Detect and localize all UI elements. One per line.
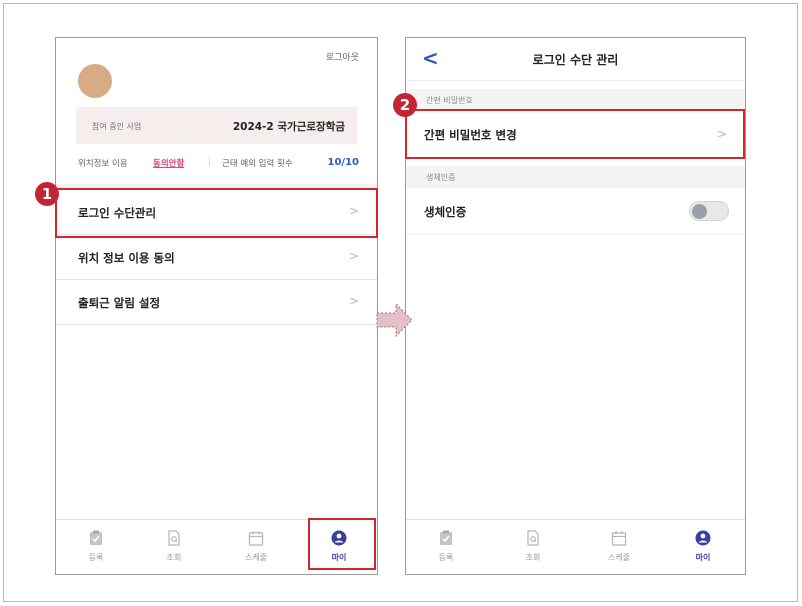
step-badge-2: 2 bbox=[393, 93, 417, 117]
biometric-row: 생체인증 bbox=[406, 188, 745, 235]
avatar bbox=[78, 64, 112, 98]
menu-item-commute-alert[interactable]: 출퇴근 알림 설정 > bbox=[56, 280, 377, 325]
step-badge-1: 1 bbox=[35, 182, 59, 206]
exception-count-value: 10/10 bbox=[327, 157, 359, 168]
section-header-pin: 간편 비밀번호 bbox=[406, 89, 745, 111]
nav-inquiry[interactable]: 조회 bbox=[139, 520, 209, 574]
nav-my[interactable]: 마이 bbox=[668, 520, 738, 574]
nav-label: 스케줄 bbox=[607, 553, 631, 562]
nav-label: 조회 bbox=[166, 553, 182, 562]
clipboard-check-icon bbox=[90, 530, 102, 545]
section-label: 간편 비밀번호 bbox=[426, 96, 473, 105]
arrow-right-icon bbox=[376, 302, 413, 338]
menu-item-label: 위치 정보 이용 동의 bbox=[78, 251, 175, 265]
program-value: 2024-2 국가근로장학금 bbox=[232, 121, 345, 133]
location-consent-link[interactable]: 동의안함 bbox=[153, 157, 184, 169]
nav-schedule[interactable]: 스케줄 bbox=[221, 520, 291, 574]
document-search-icon bbox=[527, 530, 539, 546]
logout-link[interactable]: 로그아웃 bbox=[326, 50, 359, 63]
nav-label: 조회 bbox=[525, 553, 541, 562]
nav-inquiry[interactable]: 조회 bbox=[498, 520, 568, 574]
program-label: 참여 중인 사업 bbox=[92, 122, 142, 131]
highlight-login-method bbox=[55, 188, 378, 238]
nav-label: 마이 bbox=[695, 553, 711, 562]
bottom-nav: 등록 조회 스케줄 마이 bbox=[406, 519, 745, 574]
separator: | bbox=[208, 157, 211, 167]
exception-count-label: 근태 예외 입력 횟수 bbox=[222, 159, 293, 169]
nav-schedule[interactable]: 스케줄 bbox=[584, 520, 654, 574]
nav-register[interactable]: 등록 bbox=[61, 520, 131, 574]
calendar-icon bbox=[611, 531, 627, 546]
highlight-pin-change bbox=[405, 109, 745, 159]
section-header-biometric: 생체인증 bbox=[406, 166, 745, 188]
menu-item-location-consent[interactable]: 위치 정보 이용 동의 > bbox=[56, 235, 377, 280]
document-search-icon bbox=[168, 530, 180, 546]
toggle-knob bbox=[692, 204, 707, 219]
status-row: 위치정보 이용 동의안함 | 근태 예외 입력 횟수 10/10 bbox=[78, 157, 359, 173]
nav-label: 등록 bbox=[88, 553, 104, 562]
calendar-icon bbox=[248, 531, 264, 546]
participating-program-box: 참여 중인 사업 2024-2 국가근로장학금 bbox=[76, 107, 357, 144]
section-label: 생체인증 bbox=[426, 173, 456, 182]
screen-header: < 로그인 수단 관리 bbox=[406, 38, 745, 81]
menu-item-label: 출퇴근 알림 설정 bbox=[78, 296, 161, 310]
location-consent-label: 위치정보 이용 bbox=[78, 159, 128, 169]
nav-label: 스케줄 bbox=[244, 553, 268, 562]
nav-register[interactable]: 등록 bbox=[411, 520, 481, 574]
highlight-nav-my bbox=[308, 518, 376, 570]
biometric-toggle[interactable] bbox=[689, 201, 729, 221]
page-title: 로그인 수단 관리 bbox=[532, 53, 619, 67]
chevron-right-icon: > bbox=[348, 249, 359, 263]
my-page-screen: 로그아웃 참여 중인 사업 2024-2 국가근로장학금 위치정보 이용 동의안… bbox=[55, 37, 378, 575]
nav-label: 등록 bbox=[438, 553, 454, 562]
user-circle-icon bbox=[695, 530, 711, 546]
clipboard-check-icon bbox=[440, 530, 452, 545]
biometric-label: 생체인증 bbox=[424, 205, 467, 219]
chevron-right-icon: > bbox=[348, 294, 359, 308]
